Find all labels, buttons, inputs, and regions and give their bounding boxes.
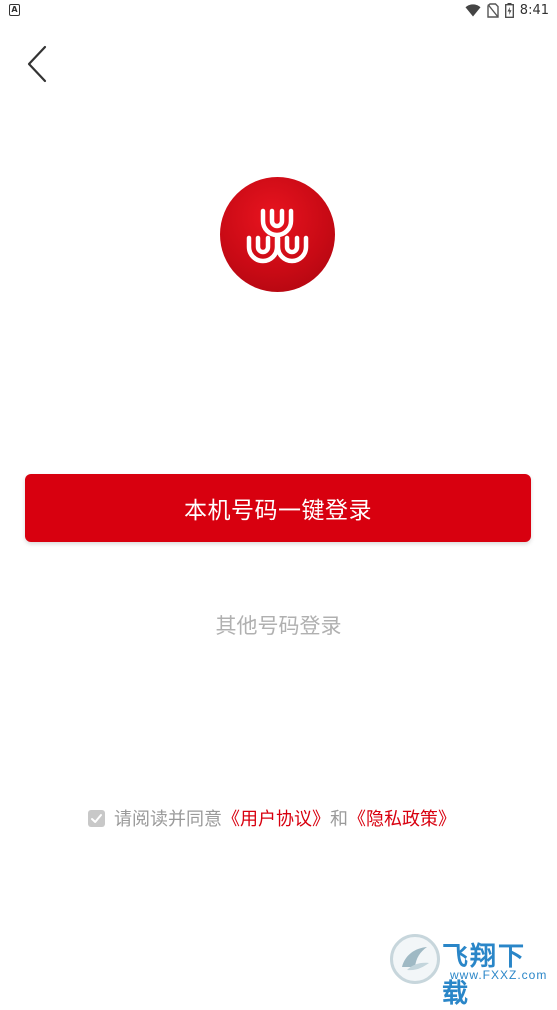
chevron-left-icon xyxy=(27,45,47,83)
agreement-prefix: 请阅读并同意 xyxy=(114,809,222,830)
status-bar: A 8:41 xyxy=(0,0,557,20)
privacy-policy-link[interactable]: 《隐私政策》 xyxy=(348,805,456,831)
watermark: 飞翔下载 www.FXXZ.com xyxy=(390,934,550,1009)
user-agreement-link[interactable]: 《用户协议》 xyxy=(222,805,330,831)
back-button[interactable] xyxy=(22,44,54,84)
battery-charging-icon xyxy=(504,2,514,18)
agreement-row: 请阅读并同意 《用户协议》 和 《隐私政策》 xyxy=(88,805,456,831)
watermark-logo-icon xyxy=(390,934,440,984)
app-logo xyxy=(220,177,335,292)
no-sim-icon xyxy=(487,2,499,18)
one-click-login-button[interactable]: 本机号码一键登录 xyxy=(25,474,531,542)
status-time: 8:41 xyxy=(519,2,549,18)
check-icon xyxy=(91,813,102,823)
agreement-checkbox[interactable] xyxy=(88,809,105,827)
agreement-and: 和 xyxy=(330,809,348,830)
watermark-url: www.FXXZ.com xyxy=(450,968,548,982)
notification-icon: A xyxy=(9,4,20,16)
wifi-icon xyxy=(465,3,481,16)
logo-mark-icon xyxy=(246,208,309,264)
other-number-login-link[interactable]: 其他号码登录 xyxy=(0,610,557,640)
status-icons: 8:41 xyxy=(465,1,549,19)
